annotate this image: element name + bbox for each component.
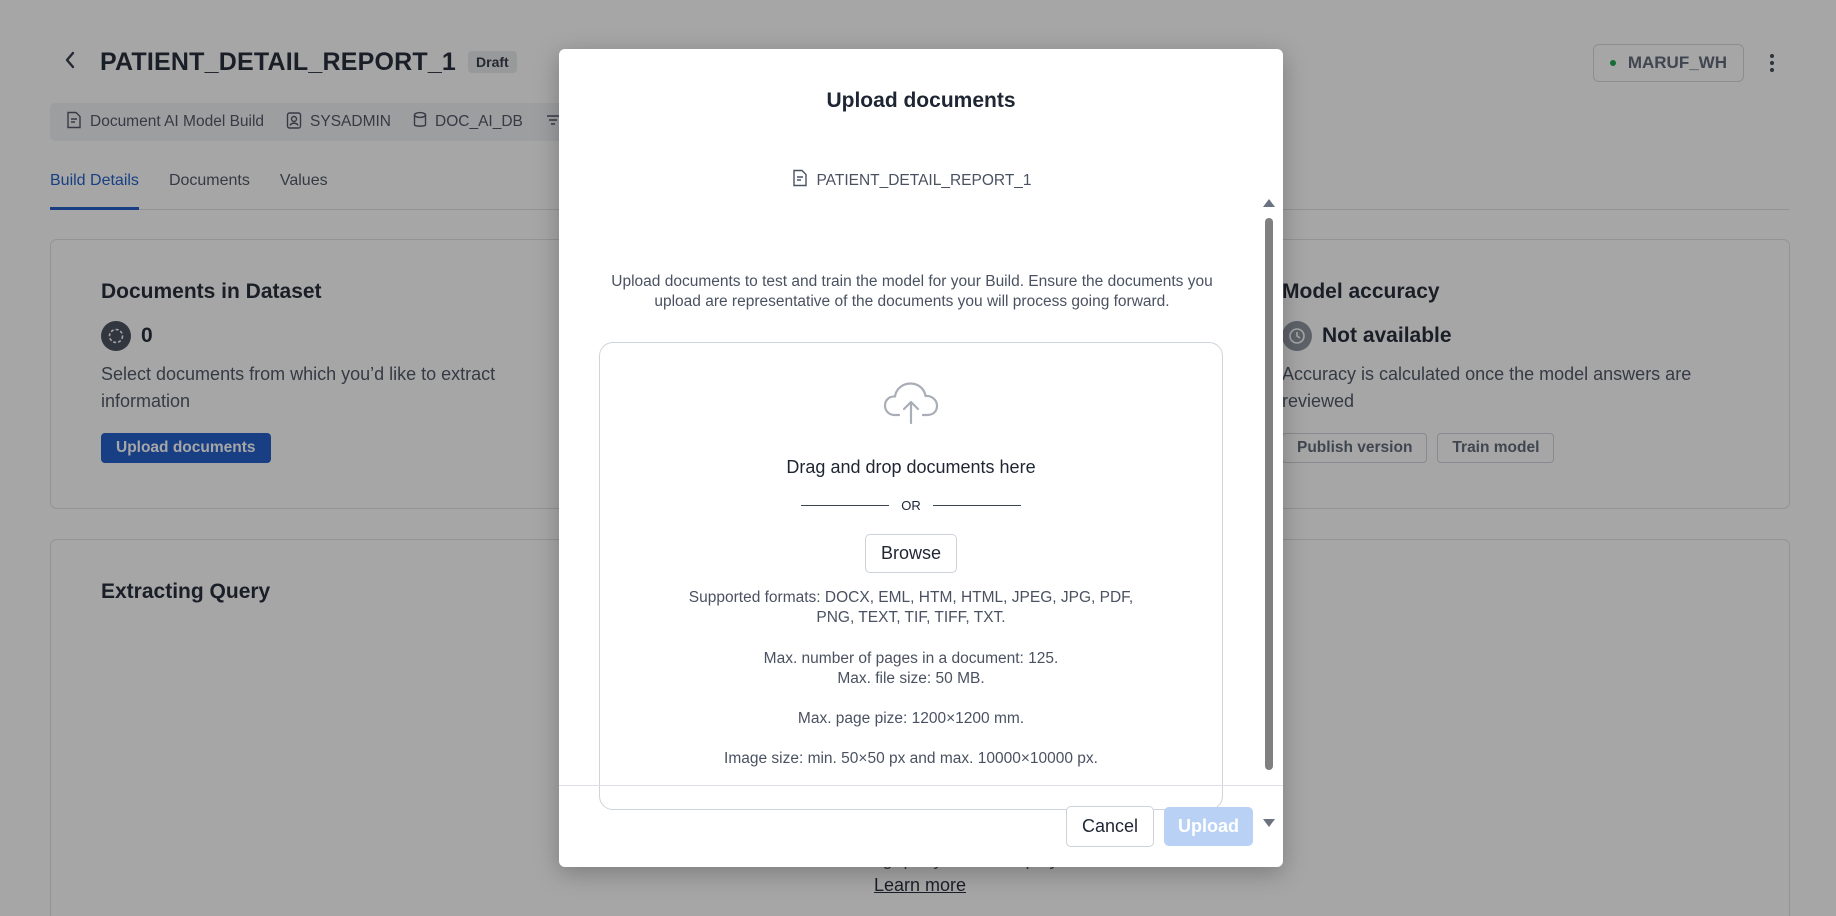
dialog-title: Upload documents bbox=[826, 89, 1016, 112]
scrollbar-thumb[interactable] bbox=[1265, 218, 1273, 770]
cancel-button[interactable]: Cancel bbox=[1065, 806, 1154, 847]
dialog-body: PATIENT_DETAIL_REPORT_1 Upload documents… bbox=[559, 169, 1283, 835]
dialog-footer: Cancel Upload bbox=[559, 785, 1283, 867]
build-name-label: PATIENT_DETAIL_REPORT_1 bbox=[816, 171, 1032, 189]
browse-row: Browse bbox=[600, 534, 1222, 573]
dialog-scrollbar[interactable] bbox=[1263, 199, 1275, 827]
dialog-intro-text: Upload documents to test and train the m… bbox=[611, 273, 1213, 310]
divider-line bbox=[932, 505, 1021, 506]
or-label: OR bbox=[901, 498, 921, 513]
or-divider: OR bbox=[600, 498, 1222, 513]
cloud-upload-icon bbox=[600, 381, 1222, 425]
browse-button[interactable]: Browse bbox=[864, 534, 958, 573]
divider-line bbox=[801, 505, 890, 506]
upload-button[interactable]: Upload bbox=[1164, 807, 1253, 846]
document-build-icon bbox=[792, 169, 808, 192]
scroll-up-arrow-icon[interactable] bbox=[1263, 199, 1275, 207]
file-dropzone[interactable]: Drag and drop documents here OR Browse S… bbox=[599, 342, 1223, 810]
upload-documents-dialog: Upload documents PATIENT_DETAIL_REPORT_1… bbox=[559, 49, 1283, 867]
image-size-text: Image size: min. 50×50 px and max. 10000… bbox=[724, 750, 1098, 767]
max-file-size-text: Max. file size: 50 MB. bbox=[837, 670, 985, 687]
build-name-row: PATIENT_DETAIL_REPORT_1 bbox=[559, 169, 1265, 192]
max-pages-text: Max. number of pages in a document: 125. bbox=[763, 650, 1059, 667]
dropzone-title: Drag and drop documents here bbox=[786, 457, 1036, 477]
supported-formats-text: Supported formats: DOCX, EML, HTM, HTML,… bbox=[688, 589, 1134, 626]
max-page-size-text: Max. page pize: 1200×1200 mm. bbox=[797, 710, 1025, 727]
